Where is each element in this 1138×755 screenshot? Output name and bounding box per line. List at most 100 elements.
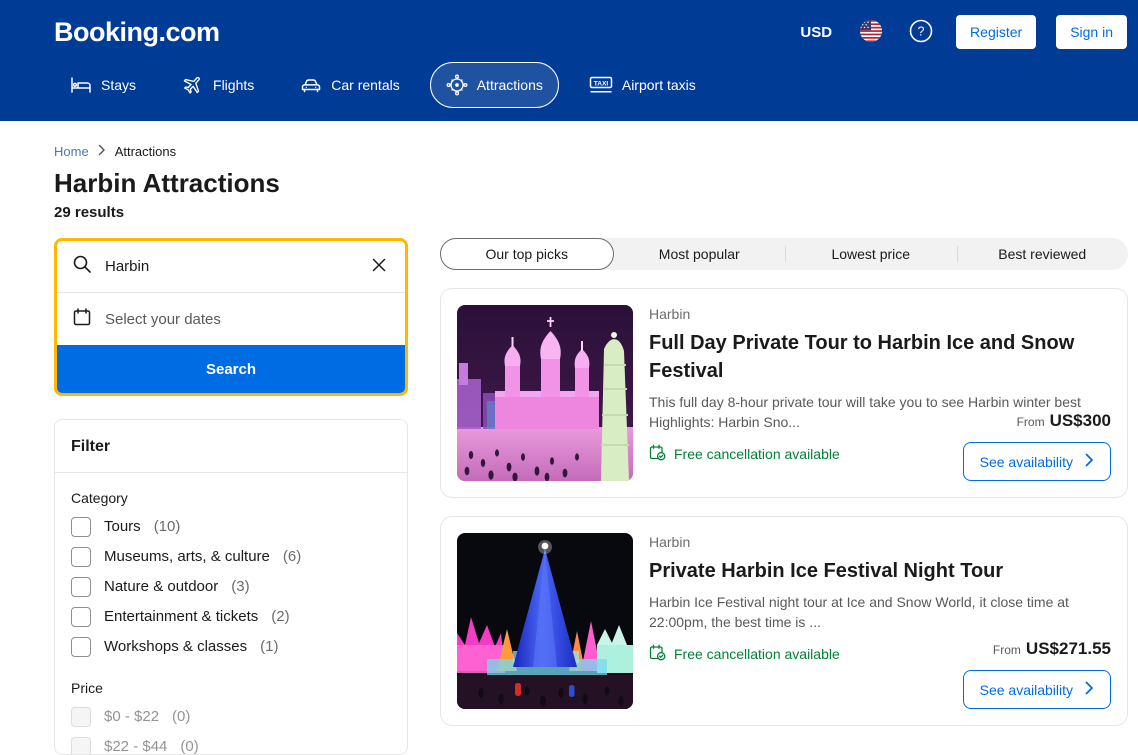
filter-option-count: (1) — [260, 637, 278, 657]
badge-label: Free cancellation available — [674, 646, 840, 662]
price-filter-option: $22 - $44 (0) — [55, 733, 407, 755]
nav-tab-label: Stays — [101, 77, 136, 93]
filter-option-count: (0) — [180, 737, 198, 755]
filter-option-label: Nature & outdoor — [104, 577, 218, 597]
calendar-check-icon — [649, 444, 666, 464]
ice-tower-image — [457, 533, 633, 709]
taxi-icon: TAXI — [589, 76, 613, 94]
sort-tab[interactable]: Most popular — [614, 238, 786, 270]
attraction-location: Harbin — [649, 306, 1111, 322]
attraction-photo — [457, 533, 633, 709]
attraction-description: Harbin Ice Festival night tour at Ice an… — [649, 592, 1111, 633]
checkbox[interactable] — [71, 547, 91, 567]
destination-search-row — [57, 241, 405, 293]
nav-tab-flights[interactable]: Flights — [166, 62, 270, 108]
car-icon — [300, 76, 322, 94]
price-group-label: Price — [55, 663, 407, 703]
chevron-right-icon — [98, 144, 106, 159]
top-header: Booking.com USD — [0, 0, 1138, 121]
nav-tab-label: Car rentals — [331, 77, 399, 93]
us-flag-icon — [858, 18, 884, 47]
filter-option-label: Tours — [104, 517, 141, 537]
nav-tab-airport-taxis[interactable]: TAXI Airport taxis — [573, 64, 712, 106]
page-main: Home Attractions Harbin Attractions 29 r… — [0, 121, 1138, 755]
ferris-wheel-icon — [446, 74, 468, 96]
currency-selector[interactable]: USD — [796, 18, 836, 47]
category-filter-option[interactable]: Workshops & classes (1) — [55, 633, 407, 661]
category-filter-option[interactable]: Tours (10) — [55, 513, 407, 541]
register-button[interactable]: Register — [956, 15, 1036, 49]
help-button[interactable]: ? — [906, 16, 936, 49]
main-nav: Stays Flights Car rentals — [54, 62, 1127, 108]
sort-tab[interactable]: Best reviewed — [957, 238, 1129, 270]
nav-tab-label: Attractions — [477, 77, 543, 93]
breadcrumb: Home Attractions — [54, 144, 1128, 159]
booking-logo[interactable]: Booking.com — [54, 17, 220, 48]
see-availability-label: See availability — [980, 682, 1073, 698]
search-button[interactable]: Search — [57, 345, 405, 393]
category-group-label: Category — [55, 473, 407, 513]
left-sidebar: Select your dates Search Filter Category… — [54, 238, 408, 755]
signin-button[interactable]: Sign in — [1056, 15, 1127, 49]
destination-search-input[interactable] — [105, 258, 355, 275]
filter-option-label: Workshops & classes — [104, 637, 247, 657]
ice-castle-image — [457, 305, 633, 481]
price-line: FromUS$300 — [963, 411, 1111, 431]
price-line: FromUS$271.55 — [963, 639, 1111, 659]
language-flag-button[interactable] — [856, 16, 886, 49]
filter-option-label: $22 - $44 — [104, 737, 167, 755]
search-icon — [72, 254, 92, 279]
category-filter-option[interactable]: Nature & outdoor (3) — [55, 573, 407, 601]
results-column: Our top picks Most popular Lowest price … — [440, 238, 1128, 726]
filter-option-label: Museums, arts, & culture — [104, 547, 270, 567]
filter-option-count: (0) — [172, 707, 190, 727]
plane-icon — [182, 74, 204, 96]
results-list: Harbin Full Day Private Tour to Harbin I… — [440, 288, 1128, 726]
bed-icon — [70, 76, 92, 94]
price-amount: US$271.55 — [1026, 639, 1111, 658]
chevron-right-icon — [1085, 453, 1094, 470]
filter-title: Filter — [55, 438, 407, 472]
badge-label: Free cancellation available — [674, 446, 840, 462]
category-filter-option[interactable]: Entertainment & tickets (2) — [55, 603, 407, 631]
see-availability-label: See availability — [980, 454, 1073, 470]
svg-text:TAXI: TAXI — [594, 80, 609, 87]
attraction-location: Harbin — [649, 534, 1111, 550]
filter-option-label: $0 - $22 — [104, 707, 159, 727]
category-filter-option[interactable]: Museums, arts, & culture (6) — [55, 543, 407, 571]
nav-tab-stays[interactable]: Stays — [54, 64, 152, 106]
attraction-title[interactable]: Private Harbin Ice Festival Night Tour — [649, 557, 1111, 585]
checkbox[interactable] — [71, 517, 91, 537]
calendar-icon — [72, 307, 92, 332]
filter-option-count: (10) — [154, 517, 181, 537]
filter-option-count: (3) — [231, 577, 249, 597]
checkbox[interactable] — [71, 607, 91, 627]
sort-tab[interactable]: Lowest price — [785, 238, 957, 270]
attraction-photo — [457, 305, 633, 481]
price-and-cta: FromUS$271.55 See availability — [963, 639, 1111, 709]
price-amount: US$300 — [1050, 411, 1111, 430]
nav-tab-attractions[interactable]: Attractions — [430, 62, 559, 108]
see-availability-button[interactable]: See availability — [963, 670, 1111, 709]
clear-search-button[interactable] — [368, 254, 390, 279]
date-picker-field[interactable]: Select your dates — [57, 293, 405, 345]
attraction-card[interactable]: Harbin Private Harbin Ice Festival Night… — [440, 516, 1128, 726]
checkbox[interactable] — [71, 577, 91, 597]
see-availability-button[interactable]: See availability — [963, 442, 1111, 481]
nav-tab-label: Airport taxis — [622, 77, 696, 93]
attraction-card[interactable]: Harbin Full Day Private Tour to Harbin I… — [440, 288, 1128, 498]
checkbox-disabled — [71, 737, 91, 755]
page-title: Harbin Attractions — [54, 168, 1128, 199]
breadcrumb-home-link[interactable]: Home — [54, 144, 89, 159]
nav-tab-label: Flights — [213, 77, 254, 93]
date-placeholder: Select your dates — [105, 311, 221, 328]
nav-tab-car-rentals[interactable]: Car rentals — [284, 64, 415, 106]
price-options: $0 - $22 (0) $22 - $44 (0) — [55, 703, 407, 755]
sort-tab[interactable]: Our top picks — [440, 238, 614, 270]
chevron-right-icon — [1085, 681, 1094, 698]
sort-bar: Our top picks Most popular Lowest price … — [440, 238, 1128, 270]
attraction-title[interactable]: Full Day Private Tour to Harbin Ice and … — [649, 329, 1111, 385]
breadcrumb-current: Attractions — [115, 144, 176, 159]
checkbox[interactable] — [71, 637, 91, 657]
question-mark-icon: ? — [908, 18, 934, 47]
